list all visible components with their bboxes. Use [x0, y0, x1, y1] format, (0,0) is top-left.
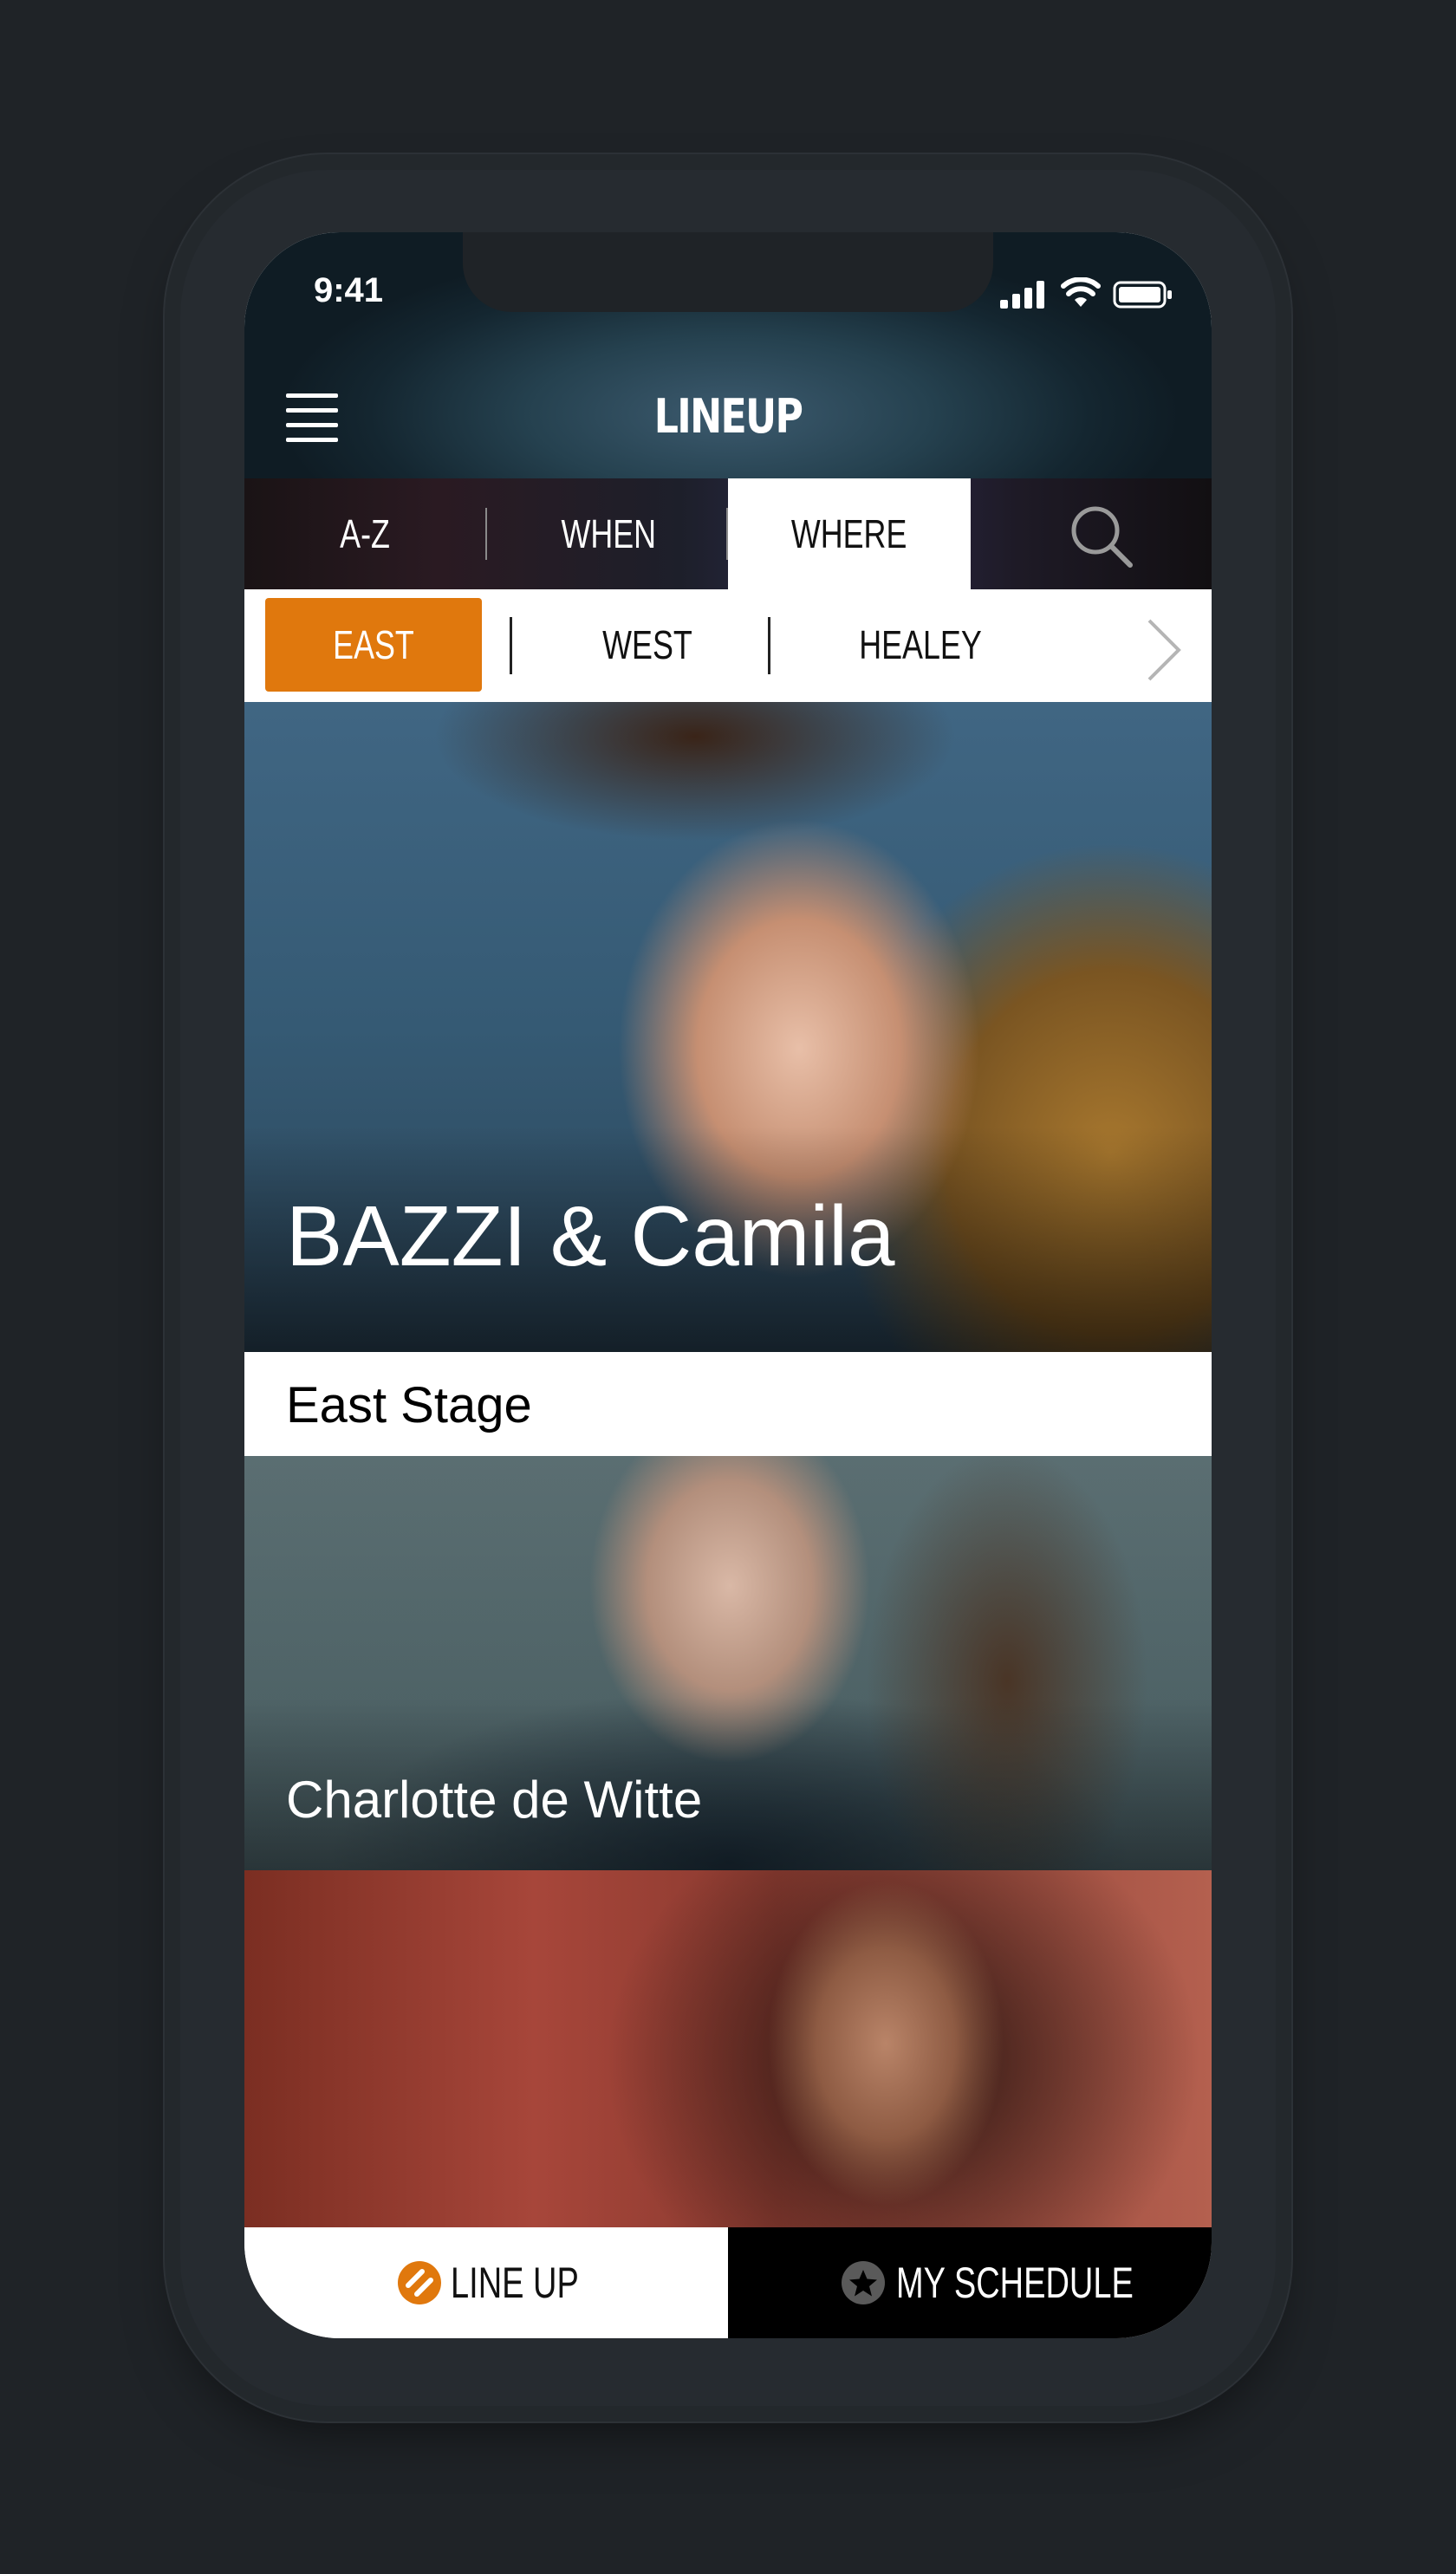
bottom-navigation: LINE UP MY SCHEDULE — [244, 2227, 1212, 2338]
status-icons — [1000, 277, 1173, 312]
stage-healey[interactable]: HEALEY STAGE — [782, 598, 1059, 761]
artist-name: BAZZI & Camila — [286, 1188, 895, 1284]
device-notch — [463, 232, 993, 312]
stage-name-text: East Stage — [286, 1377, 532, 1433]
artist-card[interactable]: BAZZI & Camila — [244, 702, 1212, 1352]
lineup-icon — [398, 2261, 441, 2304]
stage-filter-bar: EAST STAGE WEST STAGE HEALEY STAGE — [244, 589, 1212, 761]
stage-east[interactable]: EAST STAGE — [265, 598, 482, 761]
nav-lineup-label: LINE UP — [451, 2227, 620, 2338]
page-title: LINEUP — [653, 389, 803, 444]
wifi-icon — [1061, 277, 1101, 307]
artist-name: Charlotte de Witte — [286, 1771, 703, 1829]
nav-label-text: MY SCHEDULE — [896, 2259, 1134, 2307]
search-icon[interactable] — [1068, 503, 1134, 569]
battery-icon — [1113, 281, 1172, 309]
stage-west[interactable]: WEST STAGE — [530, 598, 764, 761]
tab-label: A-Z — [340, 511, 390, 556]
nav-label-text: LINE UP — [451, 2259, 579, 2307]
signal-icon — [1000, 281, 1044, 309]
app-screen: 9:41 LINEUP A-Z WHEN WHERE EAST WEST HEA… — [244, 232, 1212, 2338]
nav-lineup-button[interactable]: LINE UP — [244, 2227, 728, 2338]
nav-schedule-label: MY SCHEDULE — [896, 2227, 1208, 2338]
star-icon — [842, 2261, 885, 2304]
stage-divider — [768, 617, 770, 674]
artist-card[interactable]: Charlotte de Witte — [244, 1456, 1212, 1870]
tab-when[interactable]: WHEN — [487, 478, 730, 589]
chevron-right-icon[interactable] — [1142, 615, 1186, 685]
tab-label: WHERE — [791, 511, 907, 556]
hamburger-menu-icon[interactable] — [286, 393, 338, 442]
tab-where[interactable]: WHERE — [728, 478, 971, 589]
tab-a-z[interactable]: A-Z — [244, 478, 485, 589]
status-time: 9:41 — [313, 271, 384, 309]
nav-my-schedule-button[interactable]: MY SCHEDULE — [728, 2227, 1212, 2338]
filter-tabs: A-Z WHEN WHERE — [244, 478, 1212, 589]
tab-label: WHEN — [561, 511, 656, 556]
artist-card[interactable] — [244, 1870, 1212, 2227]
stage-divider — [510, 617, 512, 674]
artist-stage-label: East Stage — [244, 1352, 1212, 1456]
